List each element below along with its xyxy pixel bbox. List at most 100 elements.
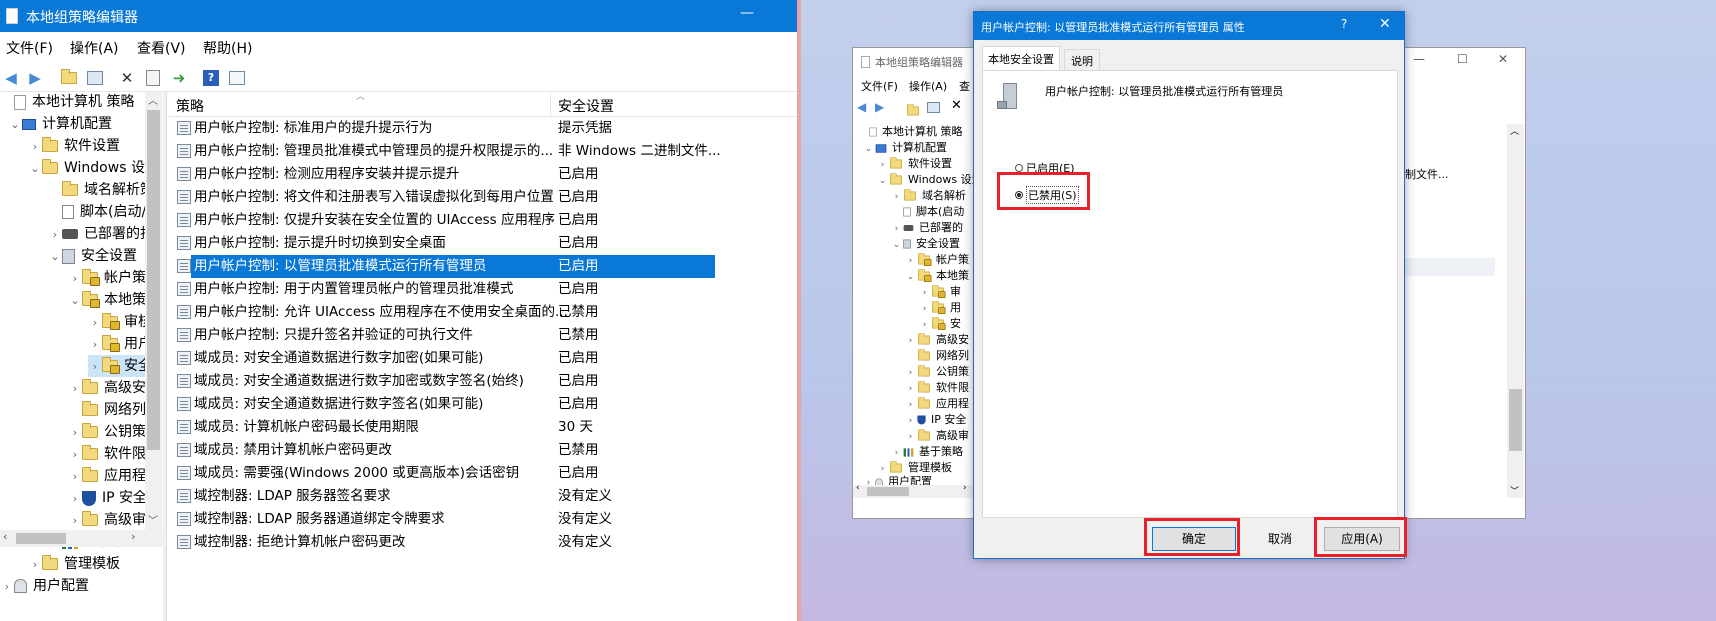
cancel-button[interactable]: 取消 — [1238, 527, 1322, 551]
bg-menu-action[interactable]: 操作(A) — [909, 78, 947, 94]
tree-item[interactable]: › 管理模板 — [28, 553, 120, 575]
bg-tree-item[interactable]: › 基于策略 — [891, 444, 963, 460]
scroll-thumb[interactable] — [147, 110, 160, 450]
bg-scroll-left-icon[interactable]: ‹ — [856, 483, 860, 493]
table-row[interactable]: 域控制器: 拒绝计算机帐户密码更改 没有定义 — [175, 531, 715, 554]
tree-expander-icon[interactable]: › — [88, 356, 102, 378]
forward-arrow-icon[interactable]: ▶ — [24, 67, 46, 89]
tree-item[interactable]: 本地计算机 策略 — [0, 92, 134, 113]
export-icon[interactable]: ➜ — [168, 67, 190, 89]
bg-forward-icon[interactable]: ▶ — [875, 100, 884, 114]
help-icon[interactable]: ? — [200, 67, 222, 89]
tree-expander-icon[interactable]: ⌄ — [68, 290, 82, 312]
bg-tree-item[interactable]: ⌄ 安全设置 — [891, 236, 960, 252]
bg-tree-item[interactable]: › 用 — [919, 300, 961, 316]
bg-minimize-button[interactable]: — — [1413, 52, 1425, 66]
bg-scroll-down-icon[interactable]: ﹀ — [1510, 484, 1519, 497]
tree-expander-icon[interactable]: › — [68, 268, 82, 290]
tree-expander-icon[interactable]: › — [905, 429, 916, 445]
tree-expander-icon[interactable]: › — [48, 224, 62, 246]
delete-icon[interactable]: ✕ — [116, 67, 138, 89]
table-row[interactable]: 域成员: 对安全通道数据进行数字加密(如果可能) 已启用 — [175, 347, 715, 370]
tree-expander-icon[interactable]: ⌄ — [905, 269, 916, 285]
bg-tree-item[interactable]: › 软件限 — [905, 380, 969, 396]
table-row[interactable]: 域控制器: LDAP 服务器通道绑定令牌要求 没有定义 — [175, 508, 715, 531]
bg-tree-item[interactable]: 脚本(启动 — [891, 204, 964, 220]
bg-delete-icon[interactable]: ✕ — [951, 98, 962, 113]
scroll-down-icon[interactable]: ﹀ — [148, 512, 158, 527]
table-row[interactable]: 域成员: 计算机帐户密码最长使用期限 30 天 — [175, 416, 715, 439]
tree-expander-icon[interactable]: › — [68, 444, 82, 466]
tree-item[interactable]: › 公钥策 — [68, 421, 146, 443]
tree-item[interactable]: › 高级审 — [68, 509, 146, 531]
bg-close-button[interactable]: ✕ — [1498, 52, 1508, 66]
bg-tree-item[interactable]: › 高级安 — [905, 332, 969, 348]
tree-expander-icon[interactable]: › — [905, 397, 916, 413]
bg-scroll-right-icon[interactable]: › — [963, 483, 967, 493]
bg-maximize-button[interactable]: ☐ — [1457, 52, 1468, 66]
table-row[interactable]: 用户帐户控制: 标准用户的提升提示行为 提示凭据 — [175, 117, 715, 140]
table-row[interactable]: 用户帐户控制: 以管理员批准模式运行所有管理员 已启用 — [175, 255, 715, 278]
scroll-left-icon[interactable]: ‹ — [3, 530, 7, 543]
tree-expander-icon[interactable]: › — [905, 333, 916, 349]
back-arrow-icon[interactable]: ◀ — [0, 67, 22, 89]
table-row[interactable]: 用户帐户控制: 将文件和注册表写入错误虚拟化到每用户位置 已启用 — [175, 186, 715, 209]
tree-expander-icon[interactable]: ⌄ — [863, 141, 874, 157]
tree-item[interactable]: › 审核 — [88, 311, 152, 333]
tree-expander-icon[interactable]: › — [88, 312, 102, 334]
tree-expander-icon[interactable]: › — [905, 413, 916, 429]
table-row[interactable]: 域成员: 对安全通道数据进行数字加密或数字签名(始终) 已启用 — [175, 370, 715, 393]
tree-item[interactable]: ⌄ 安全设置 — [48, 245, 137, 267]
tree-expander-icon[interactable]: › — [68, 466, 82, 488]
bg-back-icon[interactable]: ◀ — [857, 100, 866, 114]
bg-scroll-up-icon[interactable]: ︿ — [1510, 124, 1519, 137]
bg-tree-item[interactable]: › 高级审 — [905, 428, 969, 444]
tree-expander-icon[interactable]: › — [919, 301, 930, 317]
tree-expander-icon[interactable]: ⌄ — [8, 114, 22, 136]
bg-hscroll-thumb[interactable] — [867, 487, 909, 496]
tree-expander-icon[interactable]: › — [68, 422, 82, 444]
tree-item[interactable]: 脚本(启动/ — [48, 201, 146, 223]
dialog-close-button[interactable]: ✕ — [1379, 16, 1391, 32]
table-row[interactable]: 用户帐户控制: 检测应用程序安装并提示提升 已启用 — [175, 163, 715, 186]
bg-tree-item[interactable]: ⌄ 本地策 — [905, 268, 969, 284]
tree-item[interactable]: 网络列 — [68, 399, 146, 421]
bg-scroll-thumb[interactable] — [1509, 389, 1522, 451]
tree-expander-icon[interactable]: › — [891, 221, 902, 237]
menu-action[interactable]: 操作(A) — [70, 38, 119, 58]
column-setting[interactable]: 安全设置 — [558, 96, 614, 116]
tree-item[interactable]: ⌄ 计算机配置 — [8, 113, 112, 135]
tree-expander-icon[interactable]: › — [28, 136, 42, 158]
radio-enabled-circle[interactable] — [1015, 164, 1023, 172]
bg-tree-item[interactable]: ⌄ 计算机配置 — [863, 140, 947, 156]
bg-vscrollbar[interactable]: ︿ ﹀ — [1507, 124, 1524, 498]
tree-item[interactable]: › 应用程 — [68, 465, 146, 487]
table-row[interactable]: 域控制器: LDAP 服务器签名要求 没有定义 — [175, 485, 715, 508]
table-row[interactable]: 用户帐户控制: 提示提升时切换到安全桌面 已启用 — [175, 232, 715, 255]
column-divider[interactable] — [550, 93, 551, 117]
table-row[interactable]: 用户帐户控制: 管理员批准模式中管理员的提升权限提示的... 非 Windows … — [175, 140, 721, 163]
tree-expander-icon[interactable]: › — [919, 285, 930, 301]
scroll-up-icon[interactable]: ︿ — [148, 92, 158, 107]
bg-tree-item[interactable]: › 应用程 — [905, 396, 969, 412]
tree-item[interactable]: › 软件限 — [68, 443, 146, 465]
bg-tree-item[interactable]: 网络列 — [905, 348, 969, 364]
bg-tree-item[interactable]: › IP 安全 — [905, 412, 967, 429]
tree-expander-icon[interactable]: › — [891, 189, 902, 205]
up-folder-icon[interactable] — [58, 67, 80, 89]
tree-expander-icon[interactable]: › — [905, 253, 916, 269]
bg-tree-item[interactable]: ⌄ Windows 设置 — [877, 172, 983, 188]
view-icon[interactable] — [226, 67, 248, 89]
tree-item[interactable]: 域名解析策 — [48, 179, 154, 201]
bg-tree-item[interactable]: › 审 — [919, 284, 961, 300]
tree-expander-icon[interactable]: › — [88, 334, 102, 356]
tree-expander-icon[interactable]: › — [877, 157, 888, 173]
bg-up-folder-icon[interactable] — [907, 104, 919, 117]
tree-item[interactable]: ⌄ Windows 设置 — [28, 157, 159, 179]
tree-item[interactable]: ⌄ 本地策 — [68, 289, 146, 311]
tree-item[interactable]: › 用户 — [88, 333, 152, 355]
bg-tree-item[interactable]: › 域名解析 — [891, 188, 966, 204]
bg-tree-item[interactable]: › 公钥策 — [905, 364, 969, 380]
menu-view[interactable]: 查看(V) — [137, 38, 186, 58]
tree-item[interactable]: › 软件设置 — [28, 135, 120, 157]
